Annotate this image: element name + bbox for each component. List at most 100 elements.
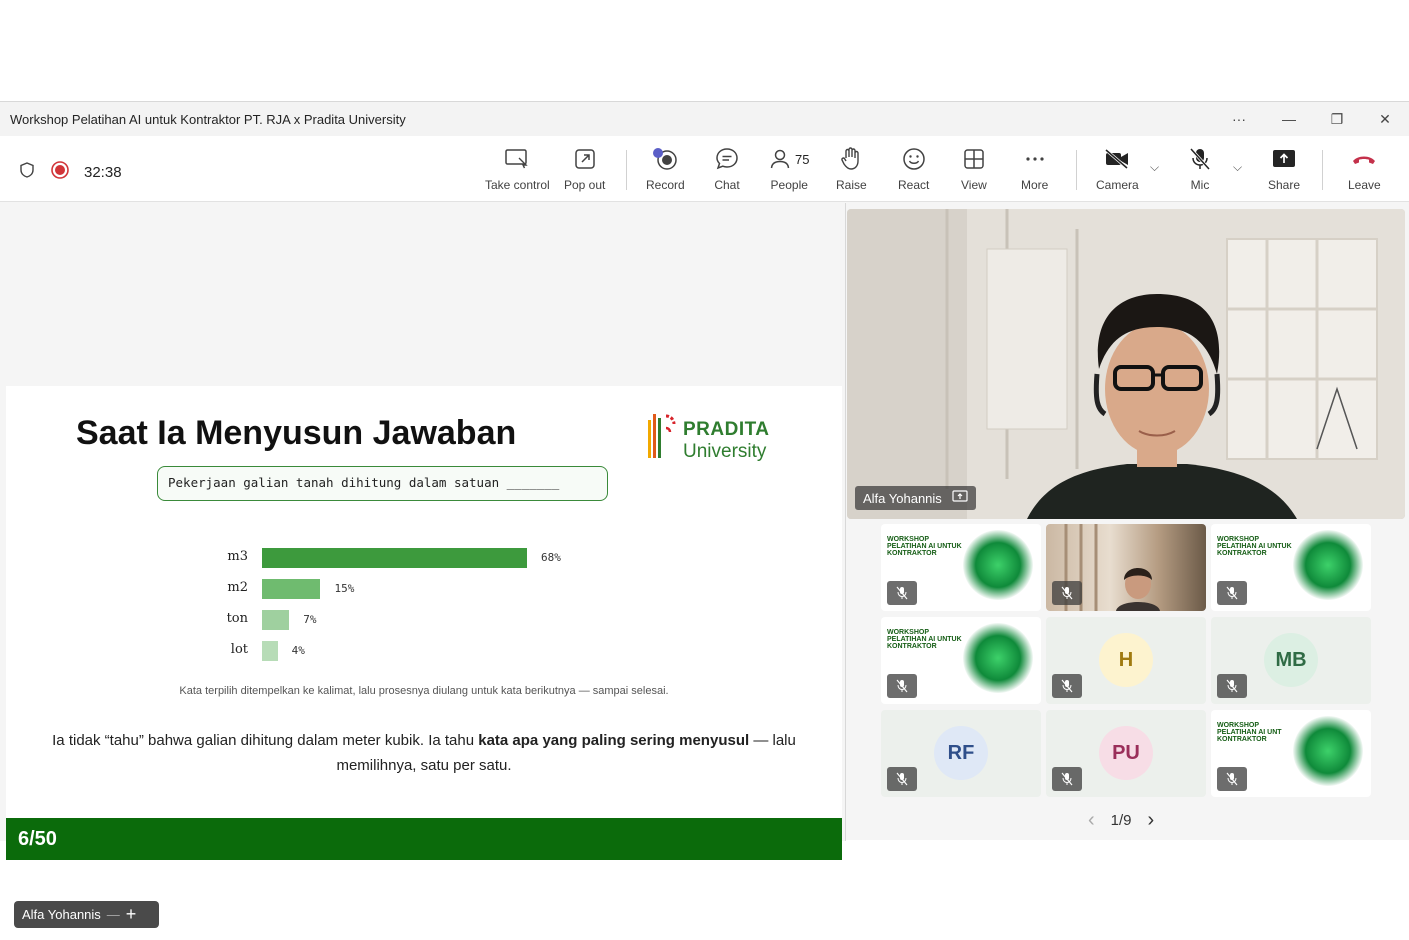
more-dots-icon [1023,146,1047,172]
muted-mic-icon [887,767,917,791]
restore-button[interactable]: ❐ [1322,108,1352,130]
toolbar-separator [1076,150,1077,190]
people-icon: 75 [769,146,809,172]
probability-bar-chart: m3 68% m2 15% ton 7% lot 4% [6,548,842,668]
webinar-banner-orb [963,530,1033,600]
zoom-out-button[interactable]: — [107,907,120,922]
participant-avatar: PU [1099,726,1153,780]
participant-tile[interactable]: WORKSHOP PELATIHAN AI UNTUK KONTRAKTOR [881,617,1041,704]
pop-out-label: Pop out [564,178,606,192]
participant-tile[interactable]: MB [1211,617,1371,704]
participant-tile[interactable]: WORKSHOP PELATIHAN AI UNT KONTRAKTOR [1211,710,1371,797]
chat-label: Chat [714,178,740,192]
participant-tile[interactable]: RF [881,710,1041,797]
mic-label: Mic [1190,178,1210,192]
close-button[interactable]: ✕ [1370,108,1400,130]
slide-body-text: Ia tidak “tahu” bahwa galian dihitung da… [46,728,802,778]
people-button[interactable]: 75 People [769,146,809,196]
camera-off-icon [1103,146,1131,172]
record-icon [650,146,680,172]
question-box: Pekerjaan galian tanah dihitung dalam sa… [157,466,608,501]
chart-value-label: 4% [291,644,305,657]
grid-view-icon [962,146,986,172]
muted-mic-icon [887,674,917,698]
chart-value-label: 7% [303,613,317,626]
camera-button[interactable]: Camera [1096,146,1139,196]
take-control-button[interactable]: Take control [485,146,550,196]
smiley-icon [901,146,927,172]
minimize-button[interactable]: — [1274,108,1304,130]
more-button[interactable]: More [1021,146,1048,196]
slide-footer-band: 6/50 [6,818,842,860]
participant-avatar: RF [934,726,988,780]
window-more-button[interactable]: ··· [1224,108,1254,130]
chat-button[interactable]: Chat [714,146,740,196]
title-bar: Workshop Pelatihan AI untuk Kontraktor P… [0,102,1409,136]
previous-page-button[interactable]: ‹ [1088,809,1095,832]
presentation-slide: Saat Ia Menyusun Jawaban Pekerjaan galia… [6,386,842,860]
pop-out-button[interactable]: Pop out [564,146,605,196]
body-text-part: Ia tidak “tahu” bahwa galian dihitung da… [52,732,479,749]
muted-mic-icon [1052,767,1082,791]
participant-tile[interactable]: H [1046,617,1206,704]
raise-hand-button[interactable]: Raise [836,146,867,196]
shared-content-stage: Saat Ia Menyusun Jawaban Pekerjaan galia… [0,203,845,928]
raise-hand-icon [839,146,863,172]
chart-category-label: ton [226,611,248,626]
toolbar-separator [1322,150,1323,190]
main-speaker-name-tag: Alfa Yohannis [855,486,976,510]
logo-text-pradita: PRADITA [683,419,770,440]
body-text-bold: kata apa yang paling sering menyusul [478,732,750,749]
view-button[interactable]: View [961,146,987,196]
gallery-page-label: 1/9 [1110,812,1132,829]
participant-avatar: H [1099,633,1153,687]
shield-icon [18,161,36,184]
camera-options-chevron-icon[interactable]: ⌵ [1150,160,1159,175]
chart-row: ton 7% [6,610,842,630]
chart-bar [262,579,321,599]
muted-mic-icon [1217,581,1247,605]
mic-button[interactable]: Mic [1187,146,1213,196]
take-control-icon [504,146,530,172]
gallery-pager: ‹ 1/9 › [1088,809,1154,832]
presenter-chip[interactable]: Alfa Yohannis — + [14,901,159,928]
speaker-video-frame [847,209,1405,519]
next-page-button[interactable]: › [1148,809,1155,832]
meeting-status: 32:38 [18,160,122,185]
slide-title: Saat Ia Menyusun Jawaban [76,414,517,452]
raise-hand-label: Raise [836,178,867,192]
main-speaker-video[interactable]: Alfa Yohannis [847,209,1405,519]
muted-mic-icon [1052,581,1082,605]
record-button[interactable]: Record [646,146,685,196]
webinar-banner-text: WORKSHOP PELATIHAN AI UNTUK KONTRAKTOR [887,629,962,650]
mic-options-chevron-icon[interactable]: ⌵ [1233,160,1242,175]
chart-category-label: m2 [227,580,248,595]
panel-divider [845,203,846,841]
participant-tile[interactable] [1046,524,1206,611]
share-label: Share [1268,178,1301,192]
screen-share-icon [952,489,968,507]
leave-button[interactable]: Leave [1348,146,1381,196]
take-control-label: Take control [485,178,550,192]
zoom-in-button[interactable]: + [126,904,137,925]
people-label: People [770,178,808,192]
participant-tile[interactable]: PU [1046,710,1206,797]
webinar-banner-text: WORKSHOP PELATIHAN AI UNT KONTRAKTOR [1217,722,1282,743]
react-button[interactable]: React [898,146,929,196]
chart-bar [262,641,278,661]
webinar-banner-text: WORKSHOP PELATIHAN AI UNTUK KONTRAKTOR [1217,536,1292,557]
chart-row: lot 4% [6,641,842,661]
muted-mic-icon [1052,674,1082,698]
share-icon [1271,146,1297,172]
presenter-name: Alfa Yohannis [22,907,101,922]
participant-tile[interactable]: WORKSHOP PELATIHAN AI UNTUK KONTRAKTOR [1211,524,1371,611]
chart-row: m2 15% [6,579,842,599]
main-speaker-name: Alfa Yohannis [863,490,942,506]
share-button[interactable]: Share [1268,146,1300,196]
camera-label: Camera [1096,178,1139,192]
participant-tile[interactable]: WORKSHOP PELATIHAN AI UNTUK KONTRAKTOR [881,524,1041,611]
chat-icon [714,146,740,172]
chart-category-label: m3 [227,549,248,564]
record-label: Record [646,178,685,192]
people-count: 75 [795,151,810,167]
